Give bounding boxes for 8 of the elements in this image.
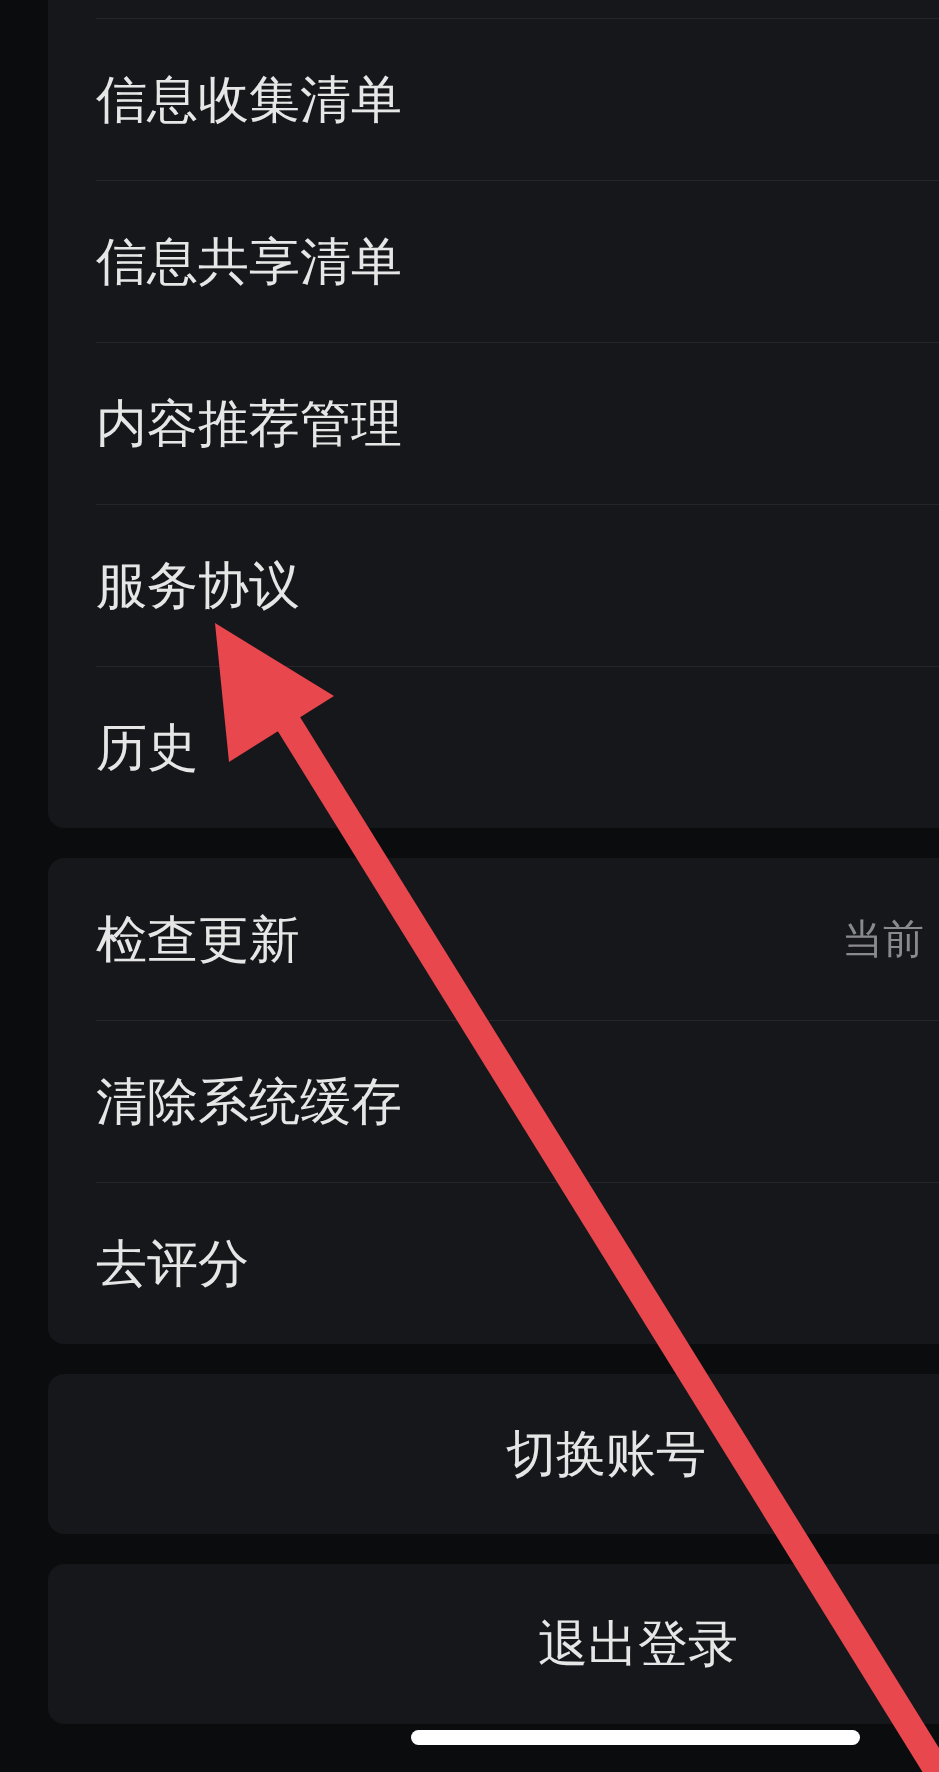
- menu-item[interactable]: 信息共享清单: [96, 180, 939, 342]
- menu-item[interactable]: 信息收集清单: [96, 18, 939, 180]
- menu-item[interactable]: 检查更新 当前: [96, 858, 939, 1020]
- menu-item[interactable]: 内容推荐管理: [96, 342, 939, 504]
- action-button[interactable]: 退出登录: [48, 1564, 939, 1724]
- home-indicator[interactable]: [411, 1730, 860, 1745]
- version-value: 当前: [842, 918, 925, 960]
- action-button[interactable]: 切换账号: [48, 1374, 939, 1534]
